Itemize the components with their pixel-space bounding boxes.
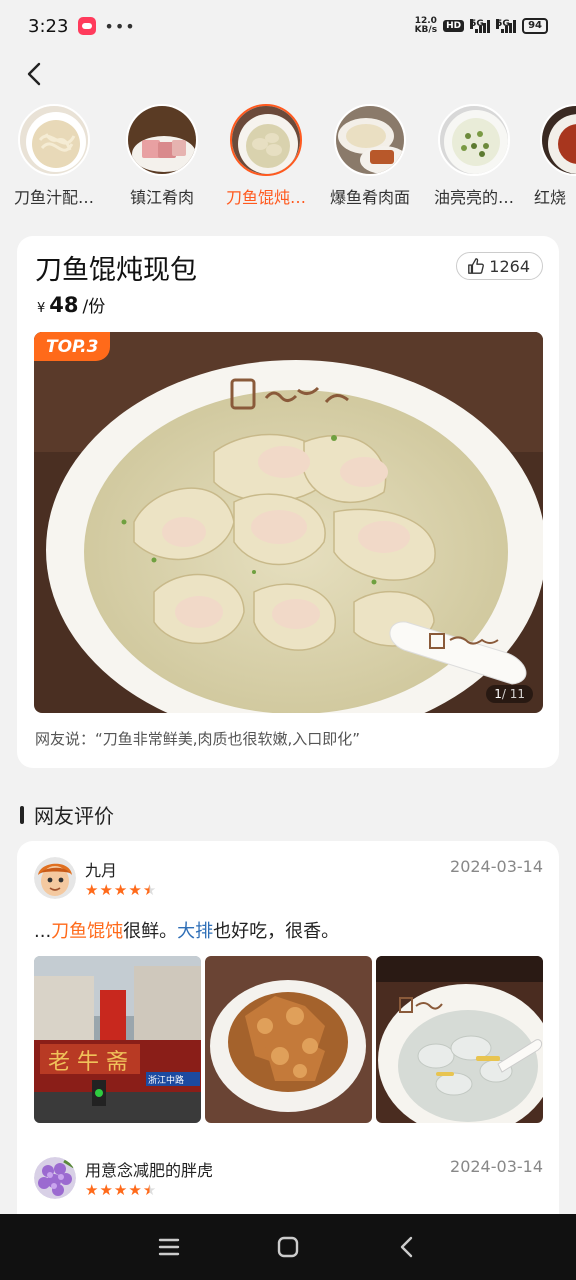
star-half-icon: ★ bbox=[142, 881, 157, 899]
star-icon: ★ bbox=[85, 1181, 99, 1199]
reviews-title: 网友评价 bbox=[34, 804, 114, 828]
rating-stars: ★ ★ ★ ★ ★ bbox=[85, 1183, 156, 1198]
chevron-left-icon bbox=[27, 62, 41, 86]
category-item[interactable]: 爆鱼肴肉面 bbox=[320, 104, 420, 208]
review-photo[interactable] bbox=[205, 956, 372, 1123]
system-nav-bar bbox=[0, 1214, 576, 1280]
rating-stars: ★ ★ ★ ★ ★ bbox=[85, 883, 156, 898]
back-arrow-icon bbox=[400, 1236, 412, 1258]
hd-icon: HD bbox=[443, 20, 465, 32]
category-thumb bbox=[540, 104, 576, 176]
review-photo[interactable]: 老 牛 斋 浙江中路 bbox=[34, 956, 201, 1123]
price-value: 48 bbox=[49, 293, 79, 317]
category-item[interactable]: 油亮亮的… bbox=[424, 104, 524, 208]
avatar[interactable] bbox=[34, 1157, 76, 1199]
back-button[interactable] bbox=[22, 60, 48, 88]
star-icon: ★ bbox=[128, 1181, 142, 1199]
dish-link[interactable]: 大排 bbox=[177, 921, 213, 942]
home-button[interactable] bbox=[274, 1233, 302, 1261]
review-text: ...刀鱼馄饨很鲜。大排也好吃，很香。 bbox=[34, 921, 340, 942]
star-icon: ★ bbox=[128, 881, 142, 899]
network-speed: 12.0 KB/s bbox=[414, 16, 438, 35]
category-thumb bbox=[126, 104, 198, 176]
review-photo[interactable] bbox=[376, 956, 543, 1123]
dish-photo[interactable]: TOP.3 1/ 11 bbox=[34, 332, 543, 713]
app-notification-icon bbox=[78, 17, 97, 35]
like-button[interactable]: 1264 bbox=[456, 252, 543, 280]
category-item[interactable]: 镇江肴肉 bbox=[112, 104, 212, 208]
menu-button[interactable] bbox=[155, 1233, 183, 1261]
status-time: 3:23 bbox=[28, 15, 69, 37]
reviewer-name: 九月 bbox=[85, 861, 118, 880]
section-marker bbox=[20, 805, 24, 824]
system-back-button[interactable] bbox=[393, 1233, 421, 1261]
star-icon: ★ bbox=[113, 1181, 128, 1199]
svg-text:浙江中路: 浙江中路 bbox=[148, 1074, 184, 1086]
reviews-card: 九月 ★ ★ ★ ★ ★ 2024-03-14 ...刀鱼馄饨很鲜。大排也好吃，很香。 … bbox=[17, 841, 559, 1221]
status-bar: 3:23 ••• 12.0 KB/s HD 5G 5G 94 bbox=[0, 0, 576, 52]
category-item[interactable]: 刀鱼汁配… bbox=[4, 104, 104, 208]
dish-category-strip[interactable]: 刀鱼汁配… 镇江肴肉 刀鱼馄炖… 爆鱼肴肉面 油亮亮的… 红烧 bbox=[0, 104, 576, 210]
dish-name: 刀鱼馄炖现包 bbox=[35, 255, 197, 286]
category-thumb bbox=[334, 104, 406, 176]
category-thumb bbox=[438, 104, 510, 176]
home-icon bbox=[277, 1236, 299, 1258]
menu-icon bbox=[159, 1238, 180, 1256]
star-icon: ★ bbox=[99, 881, 113, 899]
photo-counter: 1/ 11 bbox=[486, 685, 533, 703]
reviews-section-header: 网友评价 bbox=[20, 800, 114, 829]
rank-badge: TOP.3 bbox=[34, 332, 111, 361]
thumbs-up-icon bbox=[468, 258, 485, 274]
price: ¥ 48 /份 bbox=[37, 292, 105, 317]
dish-card: 刀鱼馄炖现包 1264 ¥ 48 /份 TOP.3 1/ 11 网友说：“刀鱼非… bbox=[17, 236, 559, 768]
star-icon: ★ bbox=[85, 881, 99, 899]
avatar[interactable] bbox=[34, 857, 76, 899]
svg-text:老 牛 斋: 老 牛 斋 bbox=[48, 1050, 128, 1075]
category-thumb bbox=[18, 104, 90, 176]
signal-icon-2: 5G bbox=[496, 19, 517, 33]
signal-icon-1: 5G bbox=[470, 19, 491, 33]
more-notifications-icon: ••• bbox=[104, 16, 136, 36]
price-unit: /份 bbox=[82, 297, 106, 317]
star-half-icon: ★ bbox=[142, 1181, 157, 1199]
reviewer-name: 用意念减肥的胖虎 bbox=[85, 1161, 214, 1180]
category-item-active[interactable]: 刀鱼馄炖… bbox=[216, 104, 316, 208]
category-item[interactable]: 红烧 bbox=[528, 104, 576, 208]
category-thumb bbox=[230, 104, 302, 176]
like-count: 1264 bbox=[489, 256, 530, 276]
price-currency: ¥ bbox=[37, 301, 46, 316]
star-icon: ★ bbox=[113, 881, 128, 899]
review-photos: 老 牛 斋 浙江中路 bbox=[34, 956, 543, 1123]
netizen-quote: 网友说：“刀鱼非常鲜美,肉质也很软嫩,入口即化” bbox=[35, 730, 361, 748]
dish-link[interactable]: 刀鱼馄饨 bbox=[51, 921, 123, 942]
star-icon: ★ bbox=[99, 1181, 113, 1199]
review-date: 2024-03-14 bbox=[450, 857, 543, 876]
battery-icon: 94 bbox=[522, 18, 548, 34]
review-date: 2024-03-14 bbox=[450, 1157, 543, 1176]
